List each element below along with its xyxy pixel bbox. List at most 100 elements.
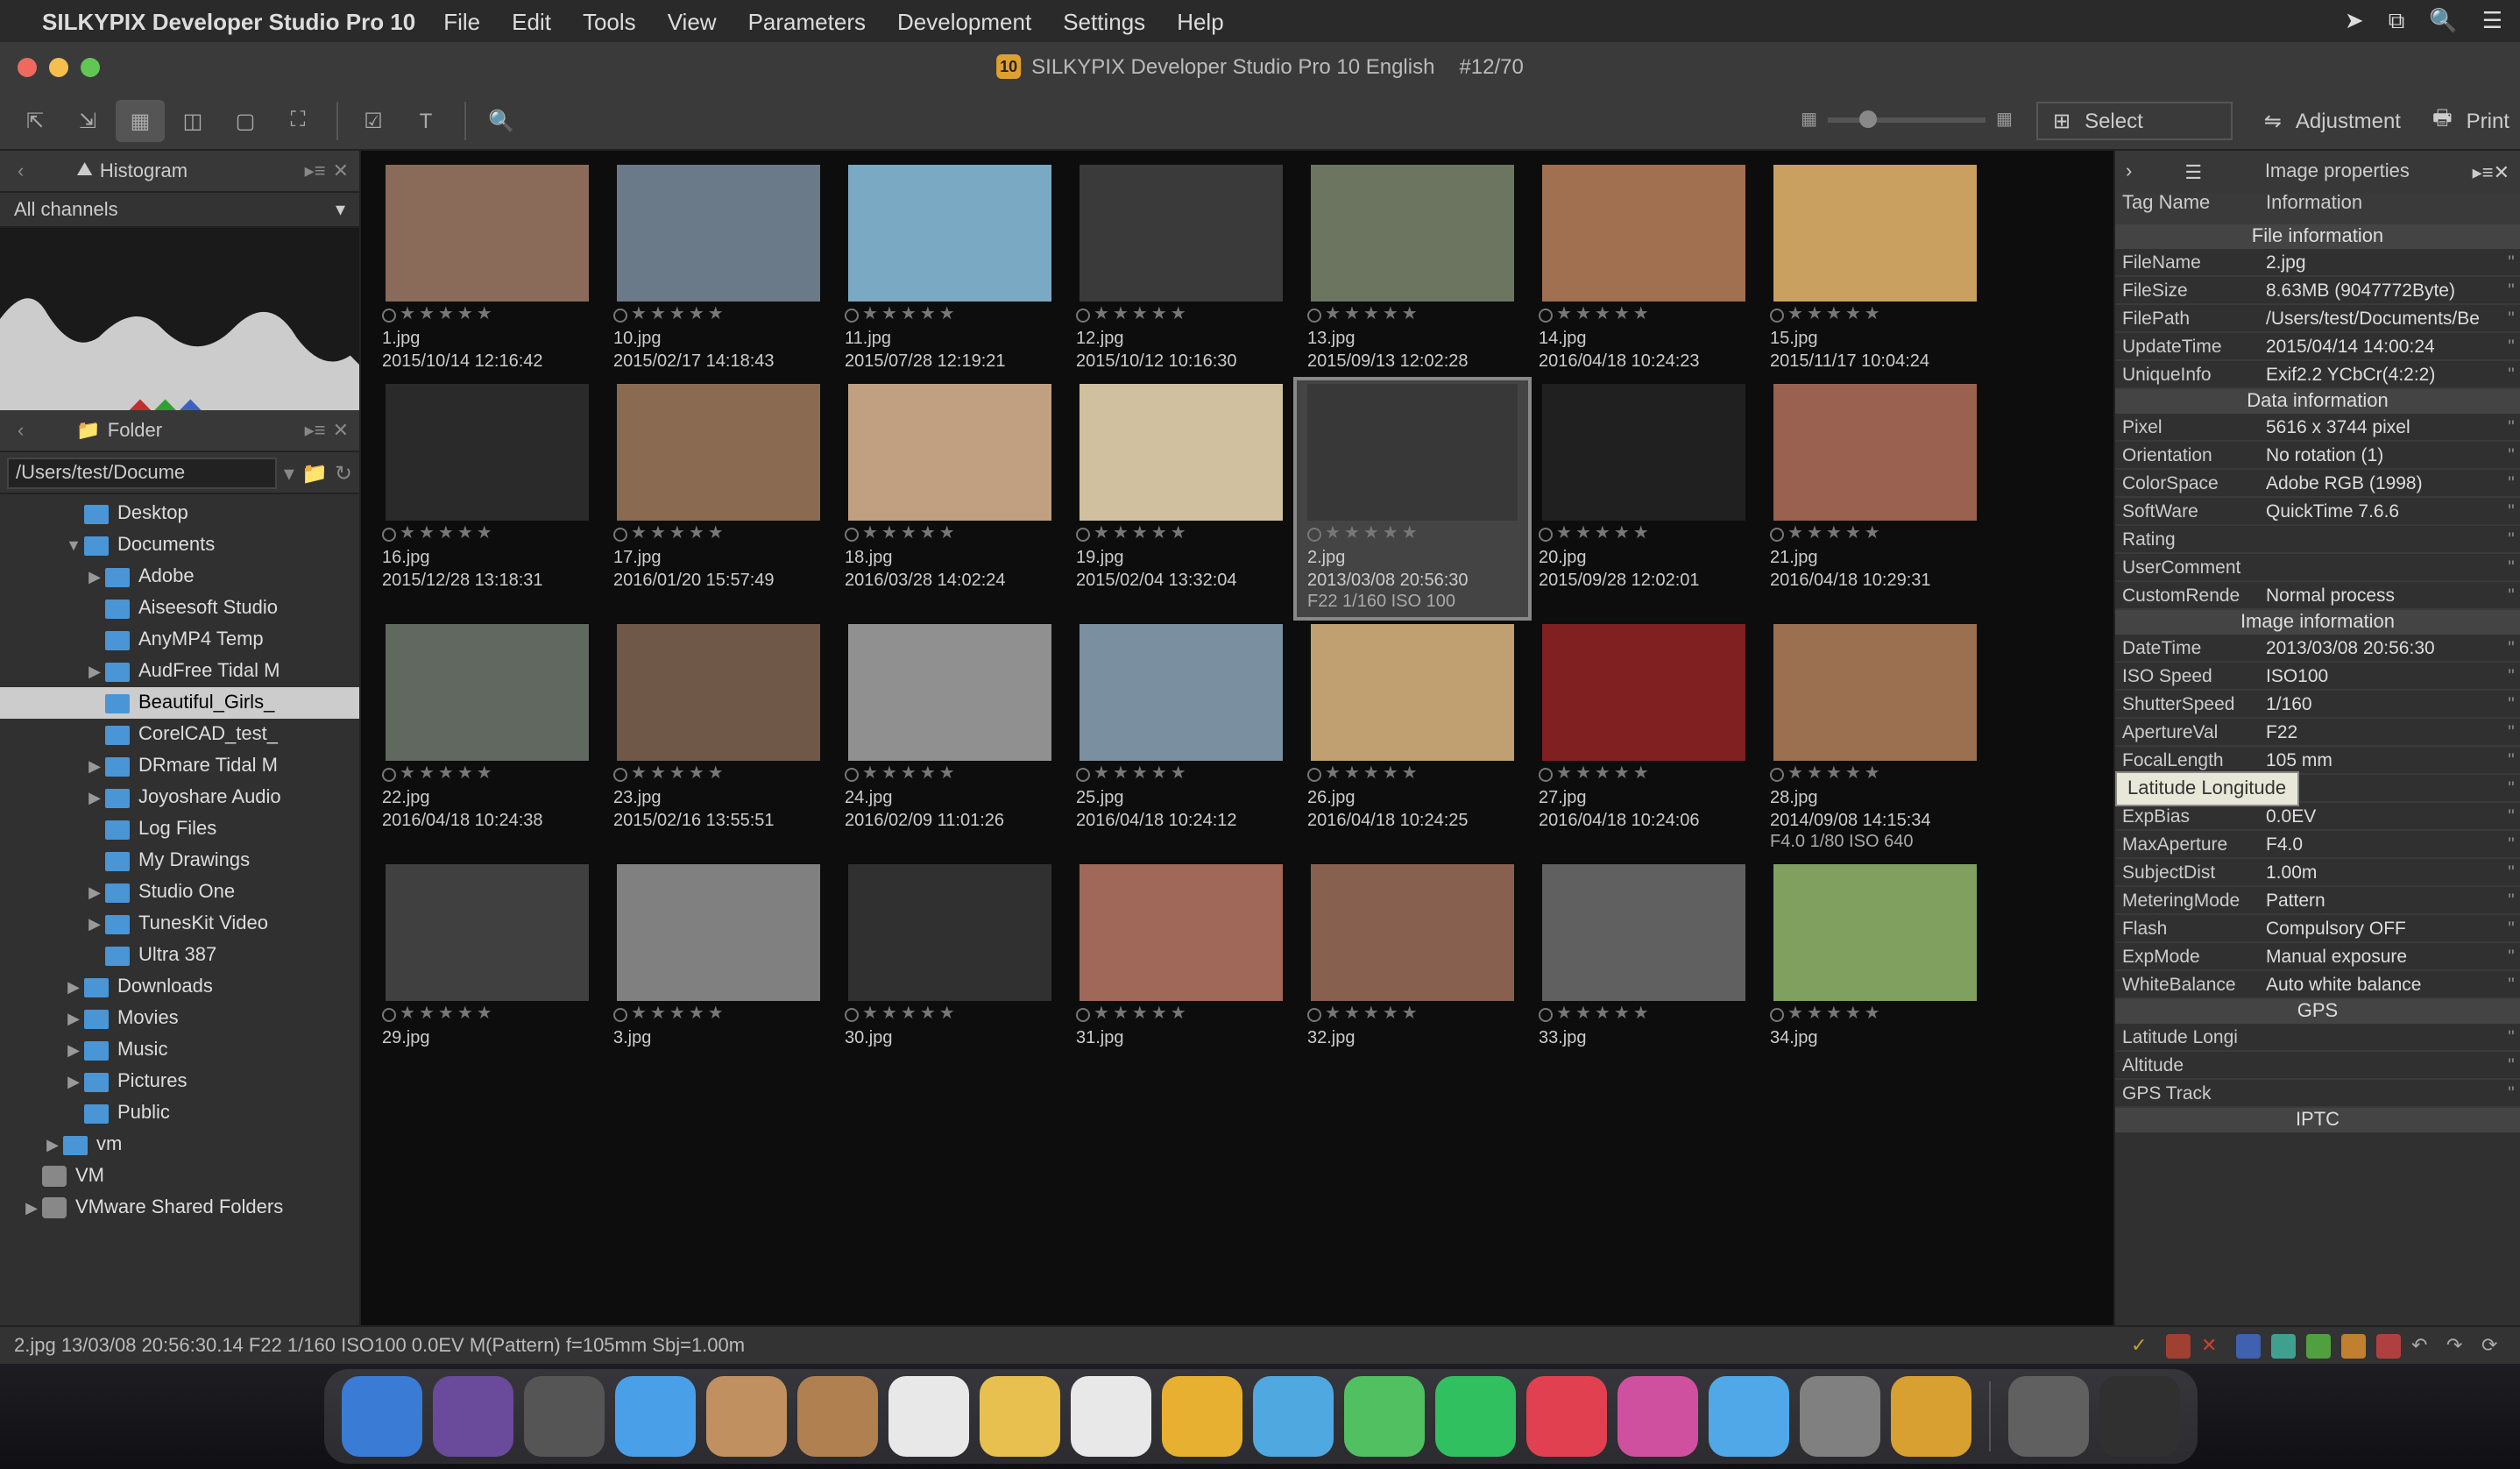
star-icon[interactable]: ★ — [650, 524, 666, 543]
star-icon[interactable]: ★ — [457, 305, 473, 324]
star-icon[interactable]: ★ — [1151, 1004, 1167, 1024]
menu-help[interactable]: Help — [1177, 8, 1224, 34]
rating-stars[interactable]: ★★★★★ — [1532, 302, 1756, 328]
rating-stars[interactable]: ★★★★★ — [1300, 302, 1525, 328]
status-delete-icon[interactable]: ✕ — [2201, 1333, 2226, 1358]
mark-circle-icon[interactable] — [1539, 1007, 1553, 1021]
search-icon[interactable]: 🔍 — [2429, 7, 2457, 35]
folder-tree-item[interactable]: ▶TunesKit Video — [0, 908, 359, 940]
rating-stars[interactable]: ★★★★★ — [1532, 761, 1756, 787]
status-sync-icon[interactable]: ⟳ — [2481, 1333, 2506, 1358]
star-icon[interactable]: ★ — [1633, 764, 1649, 784]
disclosure-arrow-icon[interactable]: ▶ — [63, 1040, 84, 1060]
copy-icon[interactable]: " — [2502, 890, 2520, 911]
disclosure-arrow-icon[interactable]: ▶ — [63, 1009, 84, 1028]
thumbnail-item[interactable]: ★★★★★17.jpg2016/01/20 15:57:49 — [606, 384, 831, 614]
disclosure-arrow-icon[interactable]: ▶ — [84, 662, 105, 681]
star-icon[interactable]: ★ — [881, 1004, 897, 1024]
star-icon[interactable]: ★ — [689, 305, 704, 324]
folder-tree-item[interactable]: ▶Music — [0, 1034, 359, 1066]
star-icon[interactable]: ★ — [881, 305, 897, 324]
copy-icon[interactable]: " — [2502, 1026, 2520, 1047]
star-icon[interactable]: ★ — [689, 1004, 704, 1024]
star-icon[interactable]: ★ — [669, 1004, 685, 1024]
thumbnail-item[interactable]: ★★★★★29.jpg — [375, 864, 599, 1050]
thumbnail-browser[interactable]: ★★★★★1.jpg2015/10/14 12:16:42★★★★★10.jpg… — [361, 151, 2113, 1325]
dock-app-icon[interactable] — [432, 1376, 513, 1457]
mark-circle-icon[interactable] — [1307, 1007, 1321, 1021]
star-icon[interactable]: ★ — [1633, 305, 1649, 324]
rating-stars[interactable]: ★★★★★ — [1763, 302, 1987, 328]
star-icon[interactable]: ★ — [477, 764, 492, 784]
copy-icon[interactable]: " — [2502, 336, 2520, 357]
rating-stars[interactable]: ★★★★★ — [1763, 761, 1987, 787]
thumbnail-item[interactable]: ★★★★★24.jpg2016/02/09 11:01:26 — [838, 624, 1062, 854]
star-icon[interactable]: ★ — [1132, 1004, 1148, 1024]
thumbnail-item[interactable]: ★★★★★33.jpg — [1532, 864, 1756, 1050]
mark-circle-icon[interactable] — [613, 1007, 627, 1021]
copy-icon[interactable]: " — [2502, 472, 2520, 493]
star-icon[interactable]: ★ — [1826, 1004, 1842, 1024]
status-tag-red-icon[interactable] — [2376, 1333, 2401, 1358]
copy-icon[interactable]: " — [2502, 693, 2520, 714]
star-icon[interactable]: ★ — [438, 1004, 454, 1024]
forward-icon[interactable]: › — [2126, 161, 2132, 182]
rating-stars[interactable]: ★★★★★ — [1532, 1001, 1756, 1027]
disclosure-arrow-icon[interactable]: ▶ — [63, 977, 84, 997]
copy-icon[interactable]: " — [2502, 416, 2520, 437]
star-icon[interactable]: ★ — [1113, 524, 1129, 543]
star-icon[interactable]: ★ — [1595, 524, 1610, 543]
star-icon[interactable]: ★ — [631, 764, 647, 784]
star-icon[interactable]: ★ — [901, 764, 917, 784]
star-icon[interactable]: ★ — [862, 524, 878, 543]
thumbnail-item[interactable]: ★★★★★27.jpg2016/04/18 10:24:06 — [1532, 624, 1756, 854]
star-icon[interactable]: ★ — [1556, 1004, 1572, 1024]
copy-icon[interactable]: " — [2502, 721, 2520, 742]
folder-tree-item[interactable]: Desktop — [0, 498, 359, 529]
single-view-icon[interactable]: ▢ — [221, 99, 270, 141]
disclosure-arrow-icon[interactable]: ▶ — [63, 1072, 84, 1091]
star-icon[interactable]: ★ — [708, 1004, 724, 1024]
copy-icon[interactable]: " — [2502, 1054, 2520, 1075]
menu-tools[interactable]: Tools — [583, 8, 636, 34]
star-icon[interactable]: ★ — [1363, 1004, 1379, 1024]
mark-circle-icon[interactable] — [1076, 767, 1090, 781]
status-check-icon[interactable]: ✓ — [2131, 1333, 2155, 1358]
star-icon[interactable]: ★ — [669, 305, 685, 324]
star-icon[interactable]: ★ — [901, 1004, 917, 1024]
status-tag-orange-icon[interactable] — [2341, 1333, 2366, 1358]
close-icon[interactable] — [18, 57, 37, 76]
star-icon[interactable]: ★ — [438, 524, 454, 543]
mark-circle-icon[interactable] — [382, 308, 396, 322]
thumbnail-item[interactable]: ★★★★★21.jpg2016/04/18 10:29:31 — [1763, 384, 1987, 614]
rating-stars[interactable]: ★★★★★ — [1763, 1001, 1987, 1027]
back-icon[interactable]: ‹ — [18, 160, 24, 181]
star-icon[interactable]: ★ — [419, 1004, 435, 1024]
star-icon[interactable]: ★ — [920, 764, 936, 784]
select-button[interactable]: ⊞ Select — [2037, 101, 2233, 139]
star-icon[interactable]: ★ — [419, 764, 435, 784]
star-icon[interactable]: ★ — [650, 1004, 666, 1024]
star-icon[interactable]: ★ — [1325, 764, 1341, 784]
collapse-icon[interactable]: ▸≡ — [305, 160, 326, 182]
mark-circle-icon[interactable] — [1770, 1007, 1784, 1021]
star-icon[interactable]: ★ — [1865, 1004, 1880, 1024]
star-icon[interactable]: ★ — [1614, 764, 1630, 784]
star-icon[interactable]: ★ — [669, 524, 685, 543]
thumbnail-item[interactable]: ★★★★★10.jpg2015/02/17 14:18:43 — [606, 165, 831, 373]
mark-circle-icon[interactable] — [845, 767, 859, 781]
star-icon[interactable]: ★ — [457, 1004, 473, 1024]
star-icon[interactable]: ★ — [1826, 764, 1842, 784]
thumbnail-item[interactable]: ★★★★★25.jpg2016/04/18 10:24:12 — [1069, 624, 1293, 854]
star-icon[interactable]: ★ — [939, 764, 955, 784]
thumbnail-item[interactable]: ★★★★★31.jpg — [1069, 864, 1293, 1050]
disclosure-arrow-icon[interactable]: ▶ — [84, 883, 105, 902]
star-icon[interactable]: ★ — [1094, 1004, 1109, 1024]
thumbnail-item[interactable]: ★★★★★15.jpg2015/11/17 10:04:24 — [1763, 165, 1987, 373]
thumbnail-item[interactable]: ★★★★★14.jpg2016/04/18 10:24:23 — [1532, 165, 1756, 373]
star-icon[interactable]: ★ — [457, 524, 473, 543]
rating-stars[interactable]: ★★★★★ — [606, 521, 831, 547]
star-icon[interactable]: ★ — [400, 764, 415, 784]
dock-app-icon[interactable] — [979, 1376, 1059, 1457]
star-icon[interactable]: ★ — [1325, 524, 1341, 543]
